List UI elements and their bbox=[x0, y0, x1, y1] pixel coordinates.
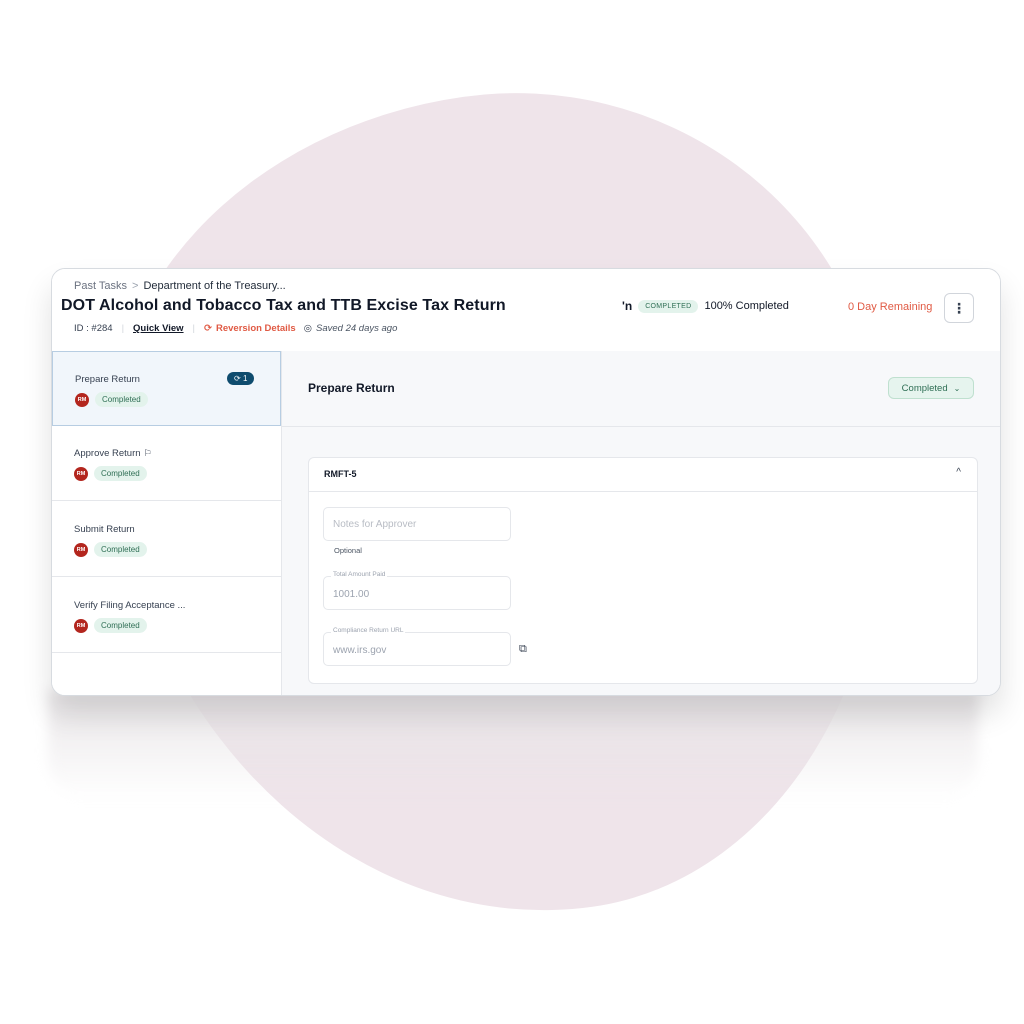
chevron-up-icon[interactable]: ^ bbox=[956, 467, 961, 478]
section-header[interactable]: RMFT-5 ^ bbox=[309, 458, 977, 492]
notes-hint: Optional bbox=[334, 546, 362, 555]
avatar: RM bbox=[75, 392, 89, 407]
step-title: Verify Filing Acceptance ... bbox=[74, 600, 186, 611]
step-title: Submit Return bbox=[74, 524, 135, 535]
progress-text: 100% Completed bbox=[704, 300, 789, 312]
page-title: DOT Alcohol and Tobacco Tax and TTB Exci… bbox=[61, 297, 506, 314]
flag-icon: ⚐ bbox=[143, 448, 152, 458]
steps-sidebar: Prepare Return ⟳ 1 RM Completed Approve … bbox=[52, 351, 282, 695]
card-shadow bbox=[48, 690, 978, 800]
section-title: RMFT-5 bbox=[324, 469, 357, 479]
step-status-row: RM Completed bbox=[74, 542, 147, 557]
step-status-row: RM Completed bbox=[75, 392, 148, 407]
status-dropdown-label: Completed bbox=[901, 382, 948, 394]
meta-divider: | bbox=[121, 323, 125, 334]
step-title: Approve Return ⚐ bbox=[74, 448, 152, 459]
step-title-text: Approve Return bbox=[74, 448, 141, 459]
reversion-count-badge[interactable]: ⟳ 1 bbox=[227, 372, 255, 385]
step-detail-panel: Prepare Return Completed ⌄ RMFT-5 ^ Note… bbox=[282, 351, 1000, 695]
status-badge: Completed bbox=[95, 392, 148, 407]
breadcrumb-chevron-icon: > bbox=[132, 280, 139, 292]
step-approve-return[interactable]: Approve Return ⚐ RM Completed bbox=[52, 426, 281, 501]
compliance-url-label: Compliance Return URL bbox=[331, 627, 406, 634]
step-submit-return[interactable]: Submit Return RM Completed bbox=[52, 502, 281, 577]
truncated-label: 'n bbox=[622, 299, 633, 313]
more-options-button[interactable]: ⋮ bbox=[944, 293, 974, 323]
step-prepare-return[interactable]: Prepare Return ⟳ 1 RM Completed bbox=[52, 351, 281, 426]
breadcrumb-parent[interactable]: Past Tasks bbox=[74, 280, 127, 292]
reversion-count: 1 bbox=[242, 374, 248, 383]
more-vertical-icon: ⋮ bbox=[952, 299, 966, 316]
task-window: Past Tasks > Department of the Treasury...… bbox=[51, 268, 1001, 696]
step-status-row: RM Completed bbox=[74, 466, 147, 481]
total-amount-paid-input[interactable]: Total Amount Paid 1001.00 bbox=[323, 571, 511, 610]
step-status-row: RM Completed bbox=[74, 618, 147, 633]
task-id: ID : #284 bbox=[74, 323, 113, 334]
compliance-return-url-input[interactable]: Compliance Return URL www.irs.gov bbox=[323, 627, 511, 666]
avatar: RM bbox=[74, 466, 88, 481]
task-meta: ID : #284 | Quick View | ⟳ Reversion Det… bbox=[74, 323, 397, 334]
refresh-icon: ⟳ bbox=[204, 323, 212, 334]
saved-status: Saved 24 days ago bbox=[316, 323, 398, 334]
meta-divider: | bbox=[192, 323, 196, 334]
status-badge: Completed bbox=[94, 618, 147, 633]
notes-for-approver-input[interactable]: Notes for Approver bbox=[323, 507, 511, 541]
days-remaining: 0 Day Remaining bbox=[848, 301, 933, 313]
notes-placeholder: Notes for Approver bbox=[333, 519, 417, 530]
breadcrumb: Past Tasks > Department of the Treasury... bbox=[74, 280, 286, 292]
total-amount-label: Total Amount Paid bbox=[331, 571, 388, 578]
chevron-down-icon: ⌄ bbox=[953, 383, 961, 393]
form-section: RMFT-5 ^ Notes for Approver Optional Tot… bbox=[308, 457, 978, 684]
step-verify-filing-acceptance[interactable]: Verify Filing Acceptance ... RM Complete… bbox=[52, 578, 281, 653]
step-title: Prepare Return bbox=[75, 374, 140, 385]
refresh-icon: ⟳ bbox=[234, 374, 241, 383]
avatar: RM bbox=[74, 542, 88, 557]
task-header: Past Tasks > Department of the Treasury...… bbox=[52, 269, 1000, 352]
task-status: 'n COMPLETED 100% Completed bbox=[622, 299, 789, 313]
total-amount-value: 1001.00 bbox=[333, 589, 370, 600]
step-detail-title: Prepare Return bbox=[308, 381, 395, 395]
avatar: RM bbox=[74, 618, 88, 633]
status-pill: COMPLETED bbox=[638, 299, 699, 313]
external-link-icon[interactable]: ⧉ bbox=[519, 643, 527, 656]
quick-view-link[interactable]: Quick View bbox=[133, 323, 184, 334]
reversion-details-link[interactable]: Reversion Details bbox=[216, 323, 296, 334]
step-detail-header: Prepare Return Completed ⌄ bbox=[282, 351, 1000, 427]
status-badge: Completed bbox=[94, 466, 147, 481]
status-badge: Completed bbox=[94, 542, 147, 557]
compliance-url-value: www.irs.gov bbox=[333, 645, 387, 656]
status-dropdown[interactable]: Completed ⌄ bbox=[888, 377, 974, 399]
breadcrumb-current: Department of the Treasury... bbox=[143, 280, 286, 292]
check-circle-icon: ◎ bbox=[303, 323, 313, 334]
